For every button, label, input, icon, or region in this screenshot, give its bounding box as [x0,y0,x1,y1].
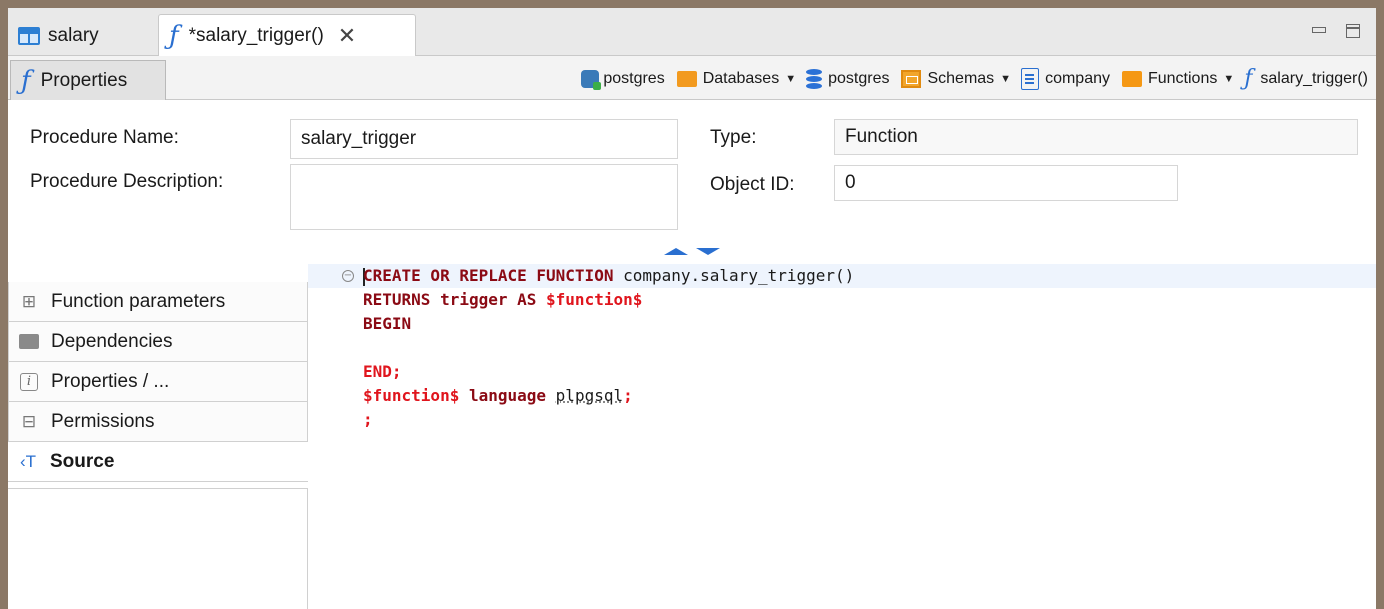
breadcrumb: postgres Databases ▼ postgres Schemas ▼ [581,66,1368,92]
code-string: $function$ [363,386,460,405]
breadcrumb-item-functions[interactable]: Functions ▼ [1121,70,1244,88]
permissions-icon: ⊟ [21,411,37,431]
code-string: ; [363,410,373,429]
editor-tab-bar: salary ƒ *salary_trigger() ✕ [8,8,1376,57]
nav-item-permissions[interactable]: ⊟ Permissions [8,402,308,442]
breadcrumb-item-databases[interactable]: Databases ▼ [676,70,806,88]
nav-empty-area [8,488,308,609]
tab-salary-trigger[interactable]: ƒ *salary_trigger() ✕ [158,14,416,57]
code-line-6[interactable]: $function$ language plpgsql; [308,384,1376,408]
procedure-name-label: Procedure Name: [30,127,179,148]
sub-tab-bar: ƒ Properties postgres Databases ▼ postgr… [8,56,1376,100]
editor-window: salary ƒ *salary_trigger() ✕ ƒ Propertie… [8,8,1376,609]
breadcrumb-item-schemas[interactable]: Schemas ▼ [901,70,1021,88]
dropdown-arrow-icon[interactable]: ▼ [1000,73,1011,85]
tab-label: *salary_trigger() [188,25,324,46]
breadcrumb-label: Functions [1147,70,1218,87]
collapse-up-icon[interactable] [664,248,688,255]
nav-item-label: Properties / ... [51,370,170,392]
schema-doc-icon [1021,68,1040,90]
type-field: Function [834,119,1358,155]
breadcrumb-label: postgres [828,70,890,87]
breadcrumb-label: postgres [603,70,665,87]
nav-item-properties[interactable]: i Properties / ... [8,362,308,402]
code-identifier: company.salary_trigger() [613,266,855,285]
code-line-3[interactable]: BEGIN [308,312,1376,336]
object-id-field: 0 [834,165,1178,201]
procedure-description-field[interactable] [290,164,678,230]
breadcrumb-item-postgres-connection[interactable]: postgres [581,70,665,90]
dropdown-arrow-icon[interactable]: ▼ [1223,73,1234,85]
breadcrumb-item-postgres-database[interactable]: postgres [806,69,889,89]
nav-item-dependencies[interactable]: Dependencies [8,322,308,362]
code-keyword: CREATE OR REPLACE FUNCTION [363,266,614,285]
code-string: ; [623,386,633,405]
dropdown-arrow-icon[interactable]: ▼ [785,73,796,85]
code-string: END; [363,362,402,381]
nav-item-source[interactable]: ‹T Source [8,442,308,482]
type-label: Type: [710,127,757,148]
editor-page-list: ⊞ Function parameters Dependencies i Pro… [8,282,308,609]
breadcrumb-item-company[interactable]: company [1021,68,1110,90]
minimize-icon[interactable] [1312,27,1326,33]
table-icon [18,26,40,45]
database-icon [806,69,823,89]
nav-item-label: Source [50,450,115,472]
schema-icon [901,70,922,88]
info-icon: i [17,372,41,391]
nav-item-label: Permissions [51,410,155,432]
breadcrumb-label: salary_trigger() [1260,70,1368,87]
code-keyword: BEGIN [363,314,412,333]
code-line-2[interactable]: RETURNS trigger AS $function$ [308,288,1376,312]
code-line-4[interactable] [308,336,1376,360]
nav-item-label: Dependencies [51,330,173,352]
code-line-1[interactable]: − CREATE OR REPLACE FUNCTION company.sal… [308,264,1376,288]
collapse-down-icon[interactable] [696,248,720,255]
breadcrumb-label: Databases [702,70,780,87]
code-line-5[interactable]: END; [308,360,1376,384]
tab-salary[interactable]: salary [8,14,154,57]
parameters-icon: ⊞ [21,291,37,311]
breadcrumb-item-salary-trigger[interactable]: ƒ salary_trigger() [1244,68,1368,90]
code-string: $function$ [546,290,643,309]
function-icon: ƒ [169,21,179,51]
code-line-7[interactable]: ; [308,408,1376,432]
code-keyword: language [468,386,547,405]
breadcrumb-label: Schemas [927,70,995,87]
function-icon: ƒ [21,65,31,96]
maximize-icon[interactable] [1346,24,1360,38]
object-id-label: Object ID: [710,174,795,195]
folder-icon [1121,71,1142,87]
panel-splitter[interactable] [664,246,724,258]
tab-label: Properties [40,69,128,91]
nav-item-function-parameters[interactable]: ⊞ Function parameters [8,282,308,322]
source-icon: ‹T [19,451,37,471]
folder-icon [676,71,697,87]
tab-label: salary [48,24,99,46]
tab-properties[interactable]: ƒ Properties [10,60,166,100]
function-icon: ƒ [1244,66,1253,91]
code-keyword: RETURNS trigger AS [363,290,537,309]
folder-icon [17,334,41,349]
nav-item-label: Function parameters [51,290,226,312]
fold-collapse-icon[interactable]: − [342,270,354,282]
procedure-name-field[interactable]: salary_trigger [290,119,678,159]
breadcrumb-label: company [1045,70,1110,87]
postgres-connection-icon [581,70,602,90]
procedure-description-label: Procedure Description: [30,171,224,192]
code-identifier: plpgsql [555,386,624,405]
close-icon[interactable]: ✕ [338,25,356,47]
source-code-editor[interactable]: − CREATE OR REPLACE FUNCTION company.sal… [308,262,1376,609]
